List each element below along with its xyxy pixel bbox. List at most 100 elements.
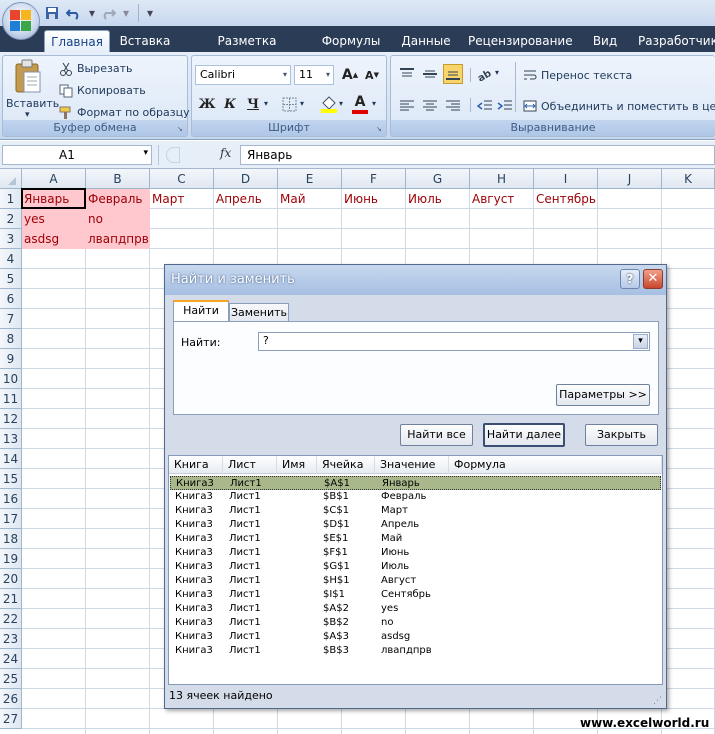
scissors-icon[interactable] bbox=[59, 62, 73, 76]
underline-button[interactable]: Ч bbox=[243, 94, 263, 114]
wrap-text-icon[interactable] bbox=[523, 68, 537, 82]
row-header-25[interactable]: 25 bbox=[0, 669, 22, 689]
find-dropdown-icon[interactable]: ▾ bbox=[633, 334, 648, 349]
result-row[interactable]: Книга3 Лист1 $F$1 Июнь bbox=[170, 546, 661, 560]
find-next-button[interactable]: Найти далее bbox=[483, 423, 565, 447]
column-header-b[interactable]: B bbox=[86, 169, 150, 189]
options-button[interactable]: Параметры >> bbox=[556, 384, 650, 406]
format-painter-icon[interactable] bbox=[59, 106, 73, 120]
undo-dropdown-icon[interactable]: ▾ bbox=[84, 5, 100, 21]
format-painter-button[interactable]: Формат по образцу bbox=[77, 106, 190, 119]
orientation-icon[interactable]: ab bbox=[475, 64, 495, 84]
undo-icon[interactable] bbox=[66, 5, 82, 21]
results-column-header[interactable]: Лист bbox=[223, 456, 277, 474]
row-header-20[interactable]: 20 bbox=[0, 569, 22, 589]
align-center-icon[interactable] bbox=[420, 96, 440, 116]
cut-button[interactable]: Вырезать bbox=[77, 62, 132, 75]
redo-dropdown-icon[interactable]: ▾ bbox=[118, 5, 134, 21]
tab-insert[interactable]: Вставка bbox=[114, 30, 176, 52]
row-header-3[interactable]: 3 bbox=[0, 229, 22, 249]
grow-font-button[interactable]: A ▲ bbox=[340, 65, 360, 85]
cell-g1[interactable]: Июль bbox=[406, 189, 469, 208]
cell-b1[interactable]: Февраль bbox=[86, 189, 149, 208]
result-row[interactable]: Книга3 Лист1 $A$2 yes bbox=[170, 602, 661, 616]
align-top-icon[interactable] bbox=[397, 64, 417, 84]
cell-a3[interactable]: asdsg bbox=[22, 229, 85, 248]
font-name-combo[interactable]: Calibri ▾ bbox=[195, 65, 291, 85]
wrap-text-button[interactable]: Перенос текста bbox=[541, 69, 632, 82]
column-header-k[interactable]: K bbox=[662, 169, 715, 189]
column-header-j[interactable]: J bbox=[598, 169, 662, 189]
tab-data[interactable]: Данные bbox=[398, 30, 454, 52]
column-header-a[interactable]: A bbox=[22, 169, 86, 189]
result-row[interactable]: Книга3 Лист1 $B$2 no bbox=[170, 616, 661, 630]
results-list[interactable]: Книга Лист Имя Ячейка Значение Формула Книга3… bbox=[168, 455, 663, 685]
resize-grip-icon[interactable]: ⋰ bbox=[653, 696, 662, 706]
increase-indent-icon[interactable] bbox=[495, 96, 515, 116]
borders-icon[interactable] bbox=[282, 97, 298, 113]
column-header-c[interactable]: C bbox=[150, 169, 214, 189]
row-header-17[interactable]: 17 bbox=[0, 509, 22, 529]
row-header-10[interactable]: 10 bbox=[0, 369, 22, 389]
result-row[interactable]: Книга3 Лист1 $A$1 Январь bbox=[170, 476, 661, 490]
copy-button[interactable]: Копировать bbox=[77, 84, 146, 97]
result-row[interactable]: Книга3 Лист1 $H$1 Август bbox=[170, 574, 661, 588]
row-header-11[interactable]: 11 bbox=[0, 389, 22, 409]
tab-replace[interactable]: Заменить bbox=[229, 303, 289, 322]
result-row[interactable]: Книга3 Лист1 $E$1 Май bbox=[170, 532, 661, 546]
row-header-1[interactable]: 1 bbox=[0, 189, 22, 209]
row-header-24[interactable]: 24 bbox=[0, 649, 22, 669]
cell-a2[interactable]: yes bbox=[22, 209, 85, 228]
align-right-icon[interactable] bbox=[443, 96, 463, 116]
paste-dropdown-icon[interactable]: ▾ bbox=[25, 110, 30, 120]
save-icon[interactable] bbox=[44, 5, 60, 21]
cell-h1[interactable]: Август bbox=[470, 189, 533, 208]
dialog-title-bar[interactable]: Найти и заменить ? ✕ bbox=[165, 265, 666, 295]
row-header-27[interactable]: 27 bbox=[0, 709, 22, 729]
column-header-d[interactable]: D bbox=[214, 169, 278, 189]
dialog-launcher-icon[interactable]: ↘ bbox=[376, 125, 384, 133]
row-header-26[interactable]: 26 bbox=[0, 689, 22, 709]
customize-icon[interactable]: ▾ bbox=[142, 5, 158, 21]
tab-formulas[interactable]: Формулы bbox=[318, 30, 384, 52]
tab-find[interactable]: Найти bbox=[173, 300, 229, 322]
dialog-launcher-icon[interactable]: ↘ bbox=[177, 125, 185, 133]
row-header-18[interactable]: 18 bbox=[0, 529, 22, 549]
row-header-23[interactable]: 23 bbox=[0, 629, 22, 649]
row-header-15[interactable]: 15 bbox=[0, 469, 22, 489]
result-row[interactable]: Книга3 Лист1 $G$1 Июль bbox=[170, 560, 661, 574]
row-header-8[interactable]: 8 bbox=[0, 329, 22, 349]
find-input[interactable]: ? ▾ bbox=[258, 332, 650, 351]
paste-icon[interactable] bbox=[11, 58, 45, 100]
office-button[interactable] bbox=[2, 2, 40, 40]
align-bottom-icon[interactable] bbox=[443, 64, 463, 84]
borders-dropdown-icon[interactable]: ▾ bbox=[300, 99, 304, 108]
close-button[interactable]: Закрыть bbox=[585, 424, 658, 446]
italic-button[interactable]: К bbox=[220, 94, 240, 114]
row-header-14[interactable]: 14 bbox=[0, 449, 22, 469]
results-column-header[interactable]: Имя bbox=[277, 456, 317, 474]
select-all-button[interactable] bbox=[0, 169, 22, 189]
column-header-f[interactable]: F bbox=[342, 169, 406, 189]
row-header-22[interactable]: 22 bbox=[0, 609, 22, 629]
row-header-13[interactable]: 13 bbox=[0, 429, 22, 449]
fill-color-icon[interactable] bbox=[320, 95, 338, 113]
merge-center-icon[interactable] bbox=[523, 99, 537, 113]
cell-b2[interactable]: no bbox=[86, 209, 149, 228]
column-header-i[interactable]: I bbox=[534, 169, 598, 189]
tab-page-layout[interactable]: Разметка страницы bbox=[186, 30, 308, 70]
copy-icon[interactable] bbox=[59, 84, 73, 98]
font-color-button[interactable]: A bbox=[352, 94, 368, 114]
cell-e1[interactable]: Май bbox=[278, 189, 341, 208]
result-row[interactable]: Книга3 Лист1 $B$3 лвапдпрв bbox=[170, 644, 661, 658]
decrease-indent-icon[interactable] bbox=[475, 96, 495, 116]
tab-home[interactable]: Главная bbox=[44, 30, 110, 52]
merge-center-button[interactable]: Объединить и поместить в цент bbox=[541, 100, 715, 113]
results-column-header[interactable]: Книга bbox=[169, 456, 223, 474]
help-button[interactable]: ? bbox=[620, 269, 640, 289]
redo-icon[interactable] bbox=[100, 5, 116, 21]
column-header-h[interactable]: H bbox=[470, 169, 534, 189]
results-column-header[interactable]: Значение bbox=[375, 456, 449, 474]
font-size-combo[interactable]: 11 ▾ bbox=[294, 65, 334, 85]
tab-view[interactable]: Вид bbox=[586, 30, 624, 52]
